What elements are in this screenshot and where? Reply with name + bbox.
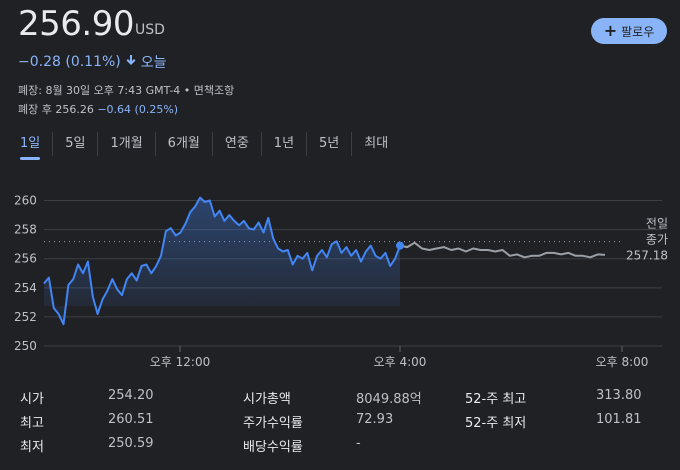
after-hours-info: 폐장 후 256.26 −0.64 (0.25%) <box>18 101 178 117</box>
y-tick-label-4: 252 <box>14 310 37 324</box>
tab-4[interactable]: 연중 <box>211 132 261 156</box>
price-chart: 260 258 256 254 252 250 오후 12:00 오후 4:00 오후 8:00… <box>14 194 668 369</box>
stat-label: 시가 <box>20 392 44 407</box>
stat-label: 최고 <box>20 416 44 431</box>
x-tick-label-0: 오후 12:00 <box>150 355 210 369</box>
follow-button[interactable]: + 팔로우 <box>591 18 667 44</box>
range-tabs: 1일 5일 1개월 6개월 연중 1년 5년 최대 <box>8 132 400 160</box>
after-hours-label: 폐장 후 256.26 <box>18 103 94 116</box>
stat-value: 8049.88억 <box>356 392 422 407</box>
stat-value: 313.80 <box>596 388 642 403</box>
close-marker <box>396 241 404 250</box>
tab-5[interactable]: 1년 <box>260 132 306 156</box>
y-tick-label-1: 258 <box>14 223 37 237</box>
arrow-down-icon <box>125 54 137 70</box>
y-tick-label-5: 250 <box>14 339 37 353</box>
previous-close-label-0: 전일 <box>646 217 668 231</box>
stat-value: 254.20 <box>108 388 154 403</box>
y-tick-label-0: 260 <box>14 194 37 208</box>
stat-value: 260.51 <box>108 412 154 427</box>
tab-1[interactable]: 5일 <box>52 132 97 156</box>
y-tick-label-2: 256 <box>14 252 37 266</box>
change-period: 오늘 <box>140 55 167 71</box>
stat-value: 101.81 <box>596 412 642 427</box>
after-hours-line <box>399 241 606 259</box>
x-tick-label-1: 오후 4:00 <box>374 355 427 369</box>
stat-value: - <box>356 436 361 451</box>
stat-label: 시가총액 <box>243 392 291 407</box>
tab-0[interactable]: 1일 <box>8 132 52 160</box>
previous-close-label-2: 257.18 <box>626 249 668 263</box>
plus-icon: + <box>603 21 618 40</box>
tab-3[interactable]: 6개월 <box>154 132 212 156</box>
current-price: 256.90 <box>18 4 134 44</box>
tab-6[interactable]: 5년 <box>306 132 351 156</box>
stat-value: 250.59 <box>108 436 154 451</box>
follow-button-label: 팔로우 <box>621 24 655 39</box>
price-change-row: −0.28 (0.11%) 오늘 <box>18 52 167 72</box>
x-tick-label-2: 오후 8:00 <box>596 355 649 369</box>
stat-label: 최저 <box>20 440 44 455</box>
stat-label: 52-주 최고 <box>465 392 527 407</box>
previous-close-label-1: 종가 <box>646 233 668 247</box>
tab-2[interactable]: 1개월 <box>97 132 154 156</box>
after-hours-change: −0.64 (0.25%) <box>97 103 179 116</box>
y-tick-label-3: 254 <box>14 281 37 295</box>
currency-label: USD <box>135 22 165 38</box>
close-info: 폐장: 8월 30일 오후 7:43 GMT-4 • 면책조항 <box>18 84 235 97</box>
stat-value: 72.93 <box>356 412 394 427</box>
stat-label: 배당수익률 <box>243 440 303 455</box>
stat-label: 52-주 최저 <box>465 416 527 431</box>
stat-label: 주가수익률 <box>243 416 303 431</box>
price-change: −0.28 (0.11%) <box>18 54 121 70</box>
tab-7[interactable]: 최대 <box>351 132 400 156</box>
